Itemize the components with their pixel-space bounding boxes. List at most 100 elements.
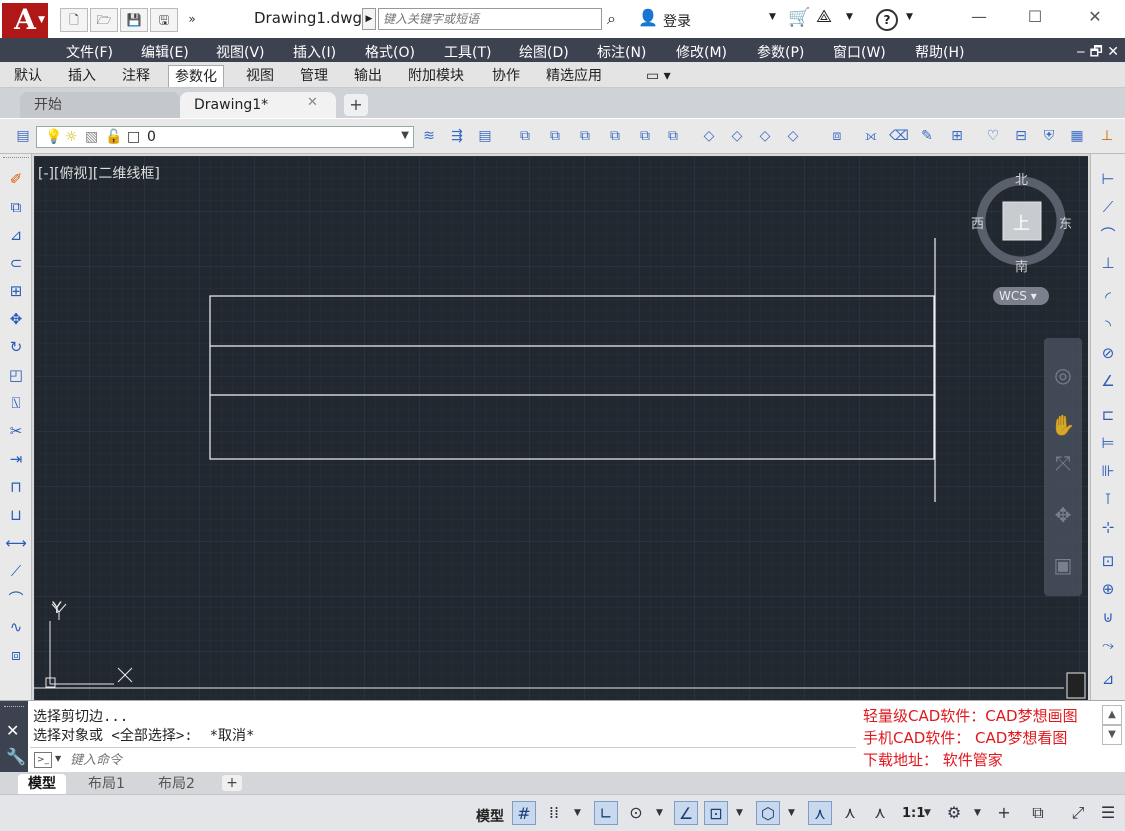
pan-hand-icon[interactable]: ✋: [1050, 412, 1076, 438]
menu-dimension[interactable]: 标注(N): [597, 42, 646, 62]
explode-icon[interactable]: ⧈: [5, 644, 27, 666]
shield-tool-icon[interactable]: ⛨: [1038, 125, 1060, 147]
menu-format[interactable]: 格式(O): [365, 42, 415, 62]
command-prompt-icon[interactable]: >_: [34, 752, 52, 768]
layer-change-icon[interactable]: ◇: [782, 125, 804, 147]
3d-osnap-icon[interactable]: ⬡: [756, 801, 780, 825]
table-tool-icon[interactable]: ⊟: [1010, 125, 1032, 147]
layer-unlock-icon[interactable]: ◇: [726, 125, 748, 147]
tab-default[interactable]: 默认: [8, 65, 48, 87]
stretch-icon[interactable]: ⍂: [5, 392, 27, 414]
space-icon[interactable]: ⊺: [1097, 488, 1119, 510]
copy-icon[interactable]: ⧉: [5, 196, 27, 218]
maximize-button[interactable]: ☐: [1020, 6, 1050, 30]
layer-walk-icon[interactable]: ⧉: [634, 125, 656, 147]
copy-to-layer-icon[interactable]: ⧈: [826, 125, 848, 147]
tab-addins[interactable]: 附加模块: [402, 65, 470, 87]
tab-output[interactable]: 输出: [348, 65, 388, 87]
open-folder-icon[interactable]: 🗁: [90, 8, 118, 32]
tab-start[interactable]: 开始: [20, 92, 180, 118]
chevron-down-icon[interactable]: ▼: [924, 808, 931, 818]
grid-tool-icon[interactable]: ⊞: [946, 125, 968, 147]
chevron-down-icon[interactable]: ▼: [769, 12, 776, 22]
isolate-objects-icon[interactable]: ⧉: [1026, 801, 1050, 825]
chevron-up-icon[interactable]: ▲: [1102, 705, 1122, 725]
menu-parametric[interactable]: 参数(P): [757, 42, 804, 62]
isodraft-icon[interactable]: ∠: [674, 801, 698, 825]
snap-icon[interactable]: ⁞⁞: [542, 801, 566, 825]
chevron-down-icon[interactable]: ▼: [55, 754, 61, 763]
tab-featured-apps[interactable]: 精选应用: [540, 65, 608, 87]
auto-scale-icon[interactable]: ⋏: [838, 801, 862, 825]
angular-icon[interactable]: ∠: [1097, 370, 1119, 392]
menu-modify[interactable]: 修改(M): [676, 42, 727, 62]
menu-edit[interactable]: 编辑(E): [141, 42, 189, 62]
layer-lock-icon[interactable]: ◇: [698, 125, 720, 147]
search-expand-icon[interactable]: ▶: [362, 8, 376, 30]
object-snap-icon[interactable]: ⊡: [704, 801, 728, 825]
brush-icon[interactable]: ⊥: [1096, 125, 1118, 147]
annotation-scale-icon[interactable]: ⋏: [868, 801, 892, 825]
user-icon[interactable]: 👤: [638, 8, 658, 27]
layer-color-swatch[interactable]: □: [127, 129, 140, 145]
more-tools-icon[interactable]: »: [178, 8, 206, 32]
help-icon[interactable]: ?: [876, 9, 898, 31]
break-at-point-icon[interactable]: ⊓: [5, 476, 27, 498]
fullscreen-icon[interactable]: ⤢: [1066, 801, 1090, 825]
showmotion-icon[interactable]: ▣: [1050, 552, 1076, 578]
layer-freeze-icon[interactable]: ⧉: [604, 125, 626, 147]
menu-insert[interactable]: 插入(I): [293, 42, 336, 62]
plus-icon[interactable]: +: [992, 801, 1016, 825]
steering-wheel-icon[interactable]: ◎: [1050, 362, 1076, 388]
viewcube-top-label[interactable]: 上: [1013, 209, 1030, 234]
drawing-canvas[interactable]: [-][俯视][二维线框] 北 南 东 西 上 WCS ▾ Y X ◎ ✋ ⤧ …: [34, 156, 1088, 700]
layer-properties-icon[interactable]: ▤: [12, 125, 34, 147]
erase-icon[interactable]: ✐: [5, 168, 27, 190]
orbit-icon[interactable]: ✥: [1050, 502, 1076, 528]
menu-tools[interactable]: 工具(T): [444, 42, 491, 62]
chevron-down-icon[interactable]: ▼: [788, 808, 795, 818]
dimension-edit-icon[interactable]: ⊿: [1097, 668, 1119, 690]
viewport-controls-label[interactable]: [-][俯视][二维线框]: [38, 163, 160, 183]
toolbar-grip[interactable]: [3, 157, 29, 160]
compass-south[interactable]: 南: [1015, 256, 1028, 275]
center-mark-icon[interactable]: ⊕: [1097, 578, 1119, 600]
layer-isolate-icon[interactable]: ⧉: [514, 125, 536, 147]
menu-file[interactable]: 文件(F): [66, 42, 113, 62]
a360-icon[interactable]: ⟁: [816, 6, 832, 27]
application-menu-button[interactable]: A ▼: [2, 3, 48, 39]
break-icon[interactable]: ⊔: [5, 504, 27, 526]
close-tab-icon[interactable]: ✕: [307, 95, 318, 110]
inspection-icon[interactable]: ⊍: [1097, 606, 1119, 628]
continue-icon[interactable]: ⊪: [1097, 460, 1119, 482]
compass-east[interactable]: 东: [1059, 213, 1072, 232]
polar-icon[interactable]: ⊙: [624, 801, 648, 825]
make-current-icon[interactable]: ≋: [418, 125, 440, 147]
annotation-scale-value[interactable]: 1:1: [902, 806, 925, 821]
binoculars-search-icon[interactable]: ⌕: [607, 9, 616, 29]
radius-icon[interactable]: ◜: [1097, 286, 1119, 308]
new-file-icon[interactable]: 🗋: [60, 8, 88, 32]
wcs-menu-button[interactable]: WCS ▾: [993, 287, 1049, 305]
minimize-button[interactable]: —: [964, 6, 994, 30]
layer-merge-icon[interactable]: ⧉: [662, 125, 684, 147]
chevron-down-icon[interactable]: ▼: [401, 130, 409, 141]
login-link[interactable]: 登录: [663, 11, 691, 31]
layer-dropdown[interactable]: 💡 ☼ ▧ 🔓 □ 0 ▼: [36, 126, 414, 148]
close-icon[interactable]: ✕: [6, 721, 19, 740]
tab-collaborate[interactable]: 协作: [486, 65, 526, 87]
chevron-down-icon[interactable]: ▼: [736, 808, 743, 818]
jogged-icon[interactable]: ◝: [1097, 314, 1119, 336]
match-properties-icon[interactable]: ✎: [916, 125, 938, 147]
gear-icon[interactable]: ⚙: [942, 801, 966, 825]
scale-icon[interactable]: ◰: [5, 364, 27, 386]
chevron-down-icon[interactable]: ▼: [846, 12, 853, 22]
trim-icon[interactable]: ✂: [5, 420, 27, 442]
sun-icon[interactable]: ☼: [65, 129, 78, 145]
customize-menu-icon[interactable]: ☰: [1096, 801, 1120, 825]
jogged-linear-icon[interactable]: ⤳: [1097, 634, 1119, 656]
arc-length-icon[interactable]: ⌒: [1097, 224, 1119, 246]
menu-window[interactable]: 窗口(W): [833, 42, 886, 62]
grid-icon[interactable]: #: [512, 801, 536, 825]
cart-icon[interactable]: 🛒: [788, 7, 810, 28]
